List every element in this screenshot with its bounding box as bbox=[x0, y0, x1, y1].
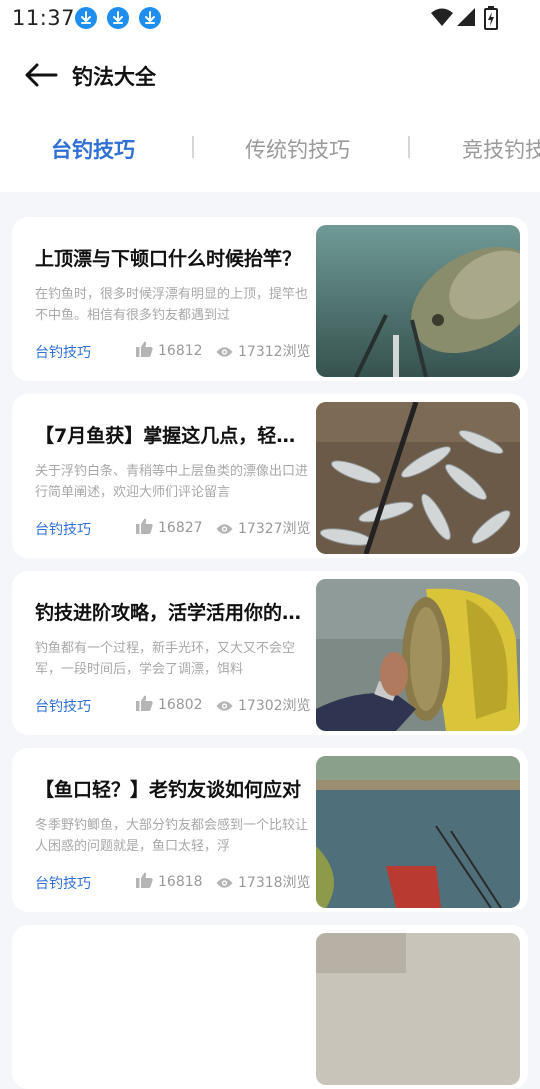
article-title: 钓技进阶攻略，活学活用你的钓法 bbox=[35, 602, 309, 624]
fishing-image bbox=[316, 933, 520, 1085]
thumbs-up-icon bbox=[136, 695, 153, 711]
view-count-value: 17312浏览 bbox=[238, 344, 311, 360]
wifi-icon bbox=[430, 6, 454, 32]
article-summary: 在钓鱼时，很多时候浮漂有明显的上顶，提竿也不中鱼。相信有很多钓友都遇到过 bbox=[35, 287, 309, 323]
article-card[interactable]: 钓技进阶攻略，活学活用你的钓法 钓鱼都有一个过程，新手光环，又大又不会空军，一段… bbox=[12, 571, 528, 735]
article-category[interactable]: 台钓技巧 bbox=[35, 873, 91, 893]
eye-icon bbox=[216, 347, 233, 357]
page-title: 钓法大全 bbox=[72, 65, 156, 89]
hand-holding-carp-image bbox=[316, 579, 520, 731]
fish-catch-image bbox=[316, 402, 520, 554]
like-count[interactable]: 16802 bbox=[136, 695, 203, 713]
view-count-value: 17302浏览 bbox=[238, 698, 311, 714]
like-count[interactable]: 16812 bbox=[136, 341, 203, 359]
thumbs-up-icon bbox=[136, 872, 153, 888]
tab-divider bbox=[408, 136, 410, 158]
eye-icon bbox=[216, 701, 233, 711]
tab-table-fishing[interactable]: 台钓技巧 bbox=[51, 134, 135, 164]
eye-icon bbox=[216, 878, 233, 888]
article-category[interactable]: 台钓技巧 bbox=[35, 342, 91, 362]
tab-traditional-fishing[interactable]: 传统钓技巧 bbox=[245, 134, 350, 164]
article-card[interactable] bbox=[12, 925, 528, 1089]
view-count: 17302浏览 bbox=[216, 695, 311, 715]
page-header: 钓法大全 bbox=[0, 48, 540, 104]
article-card[interactable]: 上顶漂与下顿口什么时候抬竿？ 在钓鱼时，很多时候浮漂有明显的上顶，提竿也不中鱼。… bbox=[12, 217, 528, 381]
download-icon bbox=[139, 7, 161, 29]
status-bar: 11:37 bbox=[0, 0, 540, 36]
like-count-value: 16818 bbox=[158, 874, 203, 890]
article-summary: 关于浮钓白条、青稍等中上层鱼类的漂像出口进行简单阐述，欢迎大师们评论留言 bbox=[35, 464, 309, 500]
signal-icon bbox=[456, 6, 476, 32]
download-icon bbox=[75, 7, 97, 29]
article-thumbnail[interactable] bbox=[316, 225, 520, 377]
battery-icon bbox=[484, 6, 498, 34]
view-count-value: 17327浏览 bbox=[238, 521, 311, 537]
eye-icon bbox=[216, 524, 233, 534]
article-title: 【7月鱼获】掌握这几点，轻松爆护 bbox=[35, 425, 309, 447]
view-count: 17312浏览 bbox=[216, 341, 311, 361]
status-time: 11:37 bbox=[12, 6, 76, 30]
article-title: 【鱼口轻？】老钓友谈如何应对 bbox=[35, 779, 302, 801]
like-count[interactable]: 16818 bbox=[136, 872, 203, 890]
article-thumbnail[interactable] bbox=[316, 579, 520, 731]
like-count-value: 16827 bbox=[158, 520, 203, 536]
view-count: 17327浏览 bbox=[216, 518, 311, 538]
article-card[interactable]: 【鱼口轻？】老钓友谈如何应对 冬季野钓鲫鱼，大部分钓友都会感到一个比较让人困惑的… bbox=[12, 748, 528, 912]
article-card[interactable]: 【7月鱼获】掌握这几点，轻松爆护 关于浮钓白条、青稍等中上层鱼类的漂像出口进行简… bbox=[12, 394, 528, 558]
view-count: 17318浏览 bbox=[216, 872, 311, 892]
view-count-value: 17318浏览 bbox=[238, 875, 311, 891]
arrow-left-icon bbox=[25, 63, 58, 87]
like-count-value: 16812 bbox=[158, 343, 203, 359]
article-thumbnail[interactable] bbox=[316, 756, 520, 908]
like-count-value: 16802 bbox=[158, 697, 203, 713]
tab-divider bbox=[192, 136, 194, 158]
like-count[interactable]: 16827 bbox=[136, 518, 203, 536]
download-icon bbox=[107, 7, 129, 29]
article-category[interactable]: 台钓技巧 bbox=[35, 519, 91, 539]
tab-competitive-fishing[interactable]: 竞技钓技巧 bbox=[462, 134, 540, 164]
thumbs-up-icon bbox=[136, 341, 153, 357]
back-button[interactable] bbox=[22, 60, 62, 90]
underwater-fish-image bbox=[316, 225, 520, 377]
top-area: 11:37 钓法大全 台钓技巧 传统钓技巧 竞技钓技 bbox=[0, 0, 540, 192]
article-summary: 冬季野钓鲫鱼，大部分钓友都会感到一个比较让人困惑的问题就是，鱼口太轻，浮 bbox=[35, 818, 309, 854]
article-summary: 钓鱼都有一个过程，新手光环，又大又不会空军，一段时间后，学会了调漂，饵料 bbox=[35, 641, 296, 677]
category-tabs: 台钓技巧 传统钓技巧 竞技钓技巧 bbox=[0, 128, 540, 172]
article-category[interactable]: 台钓技巧 bbox=[35, 696, 91, 716]
thumbs-up-icon bbox=[136, 518, 153, 534]
article-thumbnail[interactable] bbox=[316, 933, 520, 1085]
article-title: 上顶漂与下顿口什么时候抬竿？ bbox=[35, 248, 302, 270]
article-thumbnail[interactable] bbox=[316, 402, 520, 554]
riverbank-fishing-image bbox=[316, 756, 520, 908]
